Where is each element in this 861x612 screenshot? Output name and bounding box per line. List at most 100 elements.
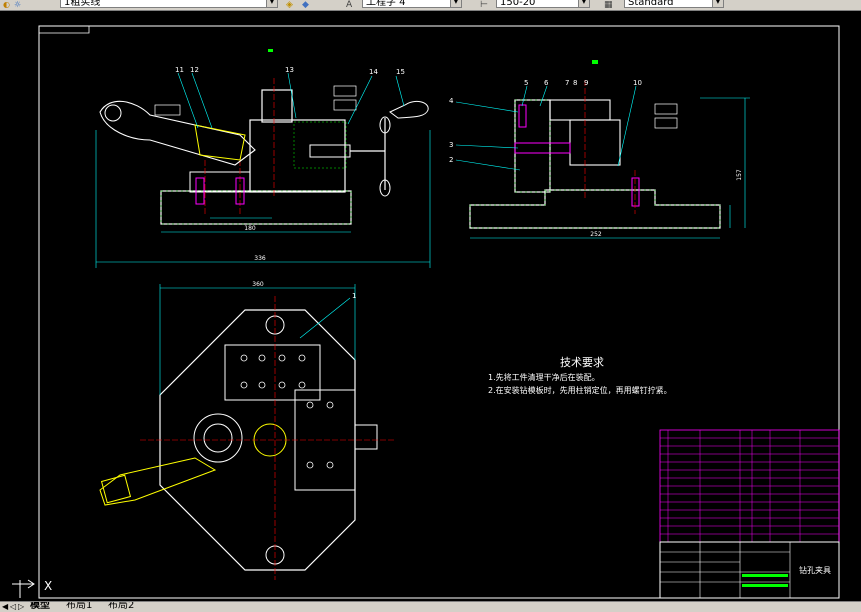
dim-text-front-overall: 336 xyxy=(254,255,266,262)
side-base xyxy=(469,189,721,229)
dim-style-dropdown[interactable]: 150-20 ▼ xyxy=(496,0,590,8)
plan-bolt xyxy=(258,381,266,389)
drawing-canvas[interactable]: 180 336 11 12 13 14 15 252 157 5 6 7 8 9… xyxy=(0,11,861,601)
plan-bolt xyxy=(326,401,334,409)
side-bolt xyxy=(518,104,527,128)
callout-12: 12 xyxy=(190,66,199,74)
table-style-icon[interactable]: ▦ xyxy=(604,0,613,10)
ucs-icon: X xyxy=(12,579,52,598)
layer-state-icon[interactable]: ◐ xyxy=(3,0,12,9)
callout-11: 11 xyxy=(175,66,184,74)
side-view: 252 157 5 6 7 8 9 10 4 3 2 xyxy=(449,79,750,239)
dim-text-side-height: 157 xyxy=(736,169,743,181)
callout-4: 4 xyxy=(449,97,454,105)
layer-dropdown-value: 1粗实线 xyxy=(64,0,101,8)
dim-style-icon[interactable]: ⊢ xyxy=(480,0,489,10)
dim-text-side-width: 252 xyxy=(590,231,602,238)
make-layer-current-icon[interactable]: ◈ xyxy=(286,0,295,10)
tech-req-line-2: 2.在安装钻模板时，先用柱销定位，再用螺钉拧紧。 xyxy=(488,385,672,395)
side-block xyxy=(569,119,621,166)
tab-nav-first-icon[interactable]: ◀ xyxy=(2,602,8,612)
plan-bolt xyxy=(298,354,306,362)
tolerance-frame xyxy=(333,99,357,111)
tab-nav-prev-icon[interactable]: ◁ xyxy=(10,602,16,612)
workpiece-end-plan xyxy=(100,474,132,504)
clamp-body xyxy=(249,119,346,193)
callout-3: 3 xyxy=(449,141,453,149)
title-block-fill xyxy=(742,584,788,587)
drill-plate-plan xyxy=(224,344,321,401)
technical-requirements: 技术要求 1.先将工件清理干净后在装配。 2.在安装钻模板时，先用柱销定位，再用… xyxy=(488,356,672,395)
dim-text-plan-width: 360 xyxy=(252,281,264,288)
tab-model[interactable]: 模型 xyxy=(30,602,50,612)
plan-bolt xyxy=(240,354,248,362)
support-block xyxy=(189,171,251,193)
parts-list xyxy=(659,429,840,543)
plan-bolt xyxy=(306,401,314,409)
ucs-x-label: X xyxy=(44,579,52,593)
callout-6: 6 xyxy=(544,79,549,87)
table-style-dropdown[interactable]: Standard ▼ xyxy=(624,0,724,8)
leader-line xyxy=(395,75,405,107)
front-view: 180 336 11 12 13 14 15 xyxy=(95,66,431,268)
base-hatch xyxy=(160,190,352,225)
plan-view: 360 1 xyxy=(99,281,395,580)
tolerance-frame xyxy=(154,104,181,116)
properties-toolbar: ◐ ☼ 1粗实线 ▼ ◈ ◆ A 工程字 4 ▼ ⊢ 150-20 ▼ ▦ St… xyxy=(0,0,861,11)
chevron-down-icon[interactable]: ▼ xyxy=(450,0,461,7)
title-block-name: 钻孔夹具 xyxy=(799,565,831,575)
plan-bolt xyxy=(278,381,286,389)
plan-bolt xyxy=(240,381,248,389)
text-style-value: 工程字 4 xyxy=(366,0,406,8)
callout-14: 14 xyxy=(369,68,378,76)
layout-tabs: ◀ ◁ ▷ 模型 布局1 布局2 xyxy=(0,601,861,612)
screw xyxy=(309,144,351,158)
dim-text-front-width: 180 xyxy=(244,225,256,232)
drill-plate xyxy=(549,99,611,121)
callout-13: 13 xyxy=(285,66,294,74)
side-column xyxy=(514,99,551,193)
callout-7: 7 xyxy=(565,79,569,87)
plan-bolt xyxy=(326,461,334,469)
round-boss-inner xyxy=(203,423,233,453)
table-style-value: Standard xyxy=(628,0,674,8)
tab-layout1[interactable]: 布局1 xyxy=(66,602,92,612)
plan-bolt xyxy=(306,461,314,469)
tolerance-frame xyxy=(654,117,678,129)
text-style-icon[interactable]: A xyxy=(346,0,355,10)
side-column-hatch xyxy=(514,99,551,193)
callout-10: 10 xyxy=(633,79,642,87)
plan-bolt xyxy=(298,381,306,389)
handle-grip xyxy=(389,100,429,119)
text-style-dropdown[interactable]: 工程字 4 ▼ xyxy=(362,0,462,8)
layer-freeze-icon[interactable]: ☼ xyxy=(14,0,23,9)
callout-9: 9 xyxy=(584,79,588,87)
drawing-frame xyxy=(38,25,840,599)
chevron-down-icon[interactable]: ▼ xyxy=(266,0,277,7)
layer-previous-icon[interactable]: ◆ xyxy=(302,0,311,10)
callout-1: 1 xyxy=(352,292,356,300)
round-boss xyxy=(193,413,243,463)
chevron-down-icon[interactable]: ▼ xyxy=(712,0,723,7)
workpiece-lever xyxy=(99,100,256,166)
callout-8: 8 xyxy=(573,79,577,87)
tab-nav-next-icon[interactable]: ▷ xyxy=(18,602,24,612)
tolerance-frame xyxy=(333,85,357,97)
chevron-down-icon[interactable]: ▼ xyxy=(578,0,589,7)
frame-corner-box xyxy=(39,26,90,34)
title-block-fill xyxy=(742,574,788,577)
plan-bolt xyxy=(278,354,286,362)
leader-line xyxy=(455,101,519,113)
screw-end-plan xyxy=(354,424,378,450)
tab-layout2[interactable]: 布局2 xyxy=(108,602,134,612)
base-plate xyxy=(160,190,352,225)
tolerance-frame xyxy=(654,103,678,115)
leader-line xyxy=(455,159,521,171)
leader-line xyxy=(539,85,548,107)
layer-dropdown[interactable]: 1粗实线 ▼ xyxy=(60,0,278,8)
leader-line xyxy=(455,144,519,149)
title-block: 钻孔夹具 xyxy=(659,541,840,599)
leader-line xyxy=(299,297,351,339)
tech-req-title: 技术要求 xyxy=(560,356,604,369)
tech-req-line-1: 1.先将工件清理干净后在装配。 xyxy=(488,372,600,382)
